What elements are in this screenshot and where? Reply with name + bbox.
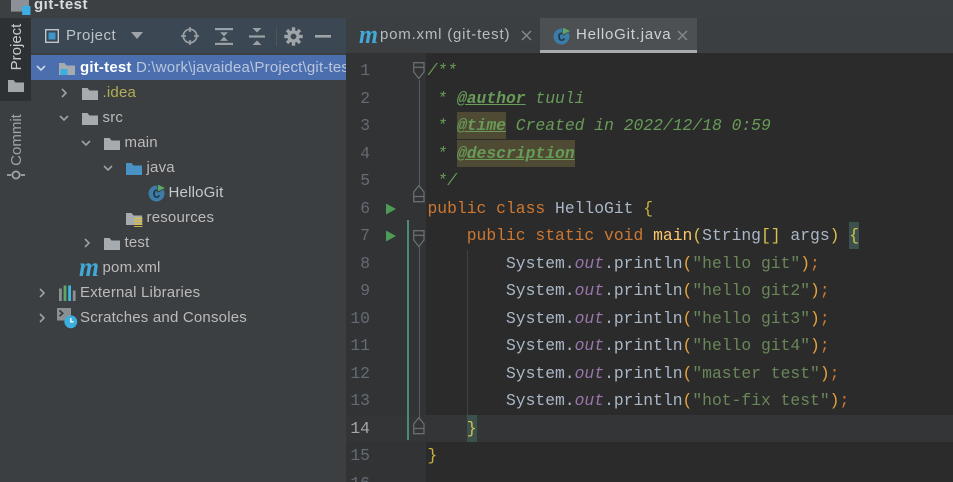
svg-text:m: m <box>79 260 99 278</box>
svg-text:m: m <box>359 28 378 45</box>
